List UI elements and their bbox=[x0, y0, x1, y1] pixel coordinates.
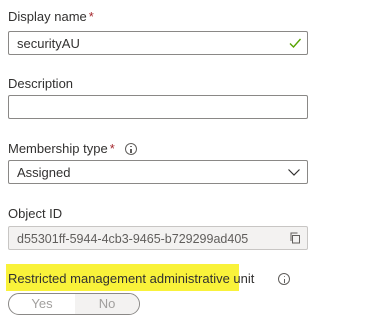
toggle-option-no[interactable]: No bbox=[75, 294, 139, 314]
description-field[interactable] bbox=[8, 95, 308, 119]
required-asterisk: * bbox=[88, 9, 94, 24]
membership-type-label: Membership type * bbox=[8, 141, 137, 157]
info-icon[interactable] bbox=[124, 143, 137, 155]
chevron-down-icon bbox=[287, 165, 301, 179]
display-name-label: Display name * bbox=[8, 9, 94, 24]
restricted-unit-label: Restricted management administrative uni… bbox=[8, 271, 291, 287]
object-id-value: d55301ff-5944-4cb3-9465-b729299ad405 bbox=[17, 232, 249, 246]
toggle-option-yes[interactable]: Yes bbox=[9, 294, 75, 314]
membership-type-dropdown[interactable]: Assigned bbox=[8, 160, 308, 184]
display-name-value: securityAU bbox=[17, 36, 80, 51]
checkmark-icon bbox=[288, 36, 302, 50]
restricted-unit-toggle[interactable]: Yes No bbox=[8, 293, 140, 315]
required-asterisk: * bbox=[109, 141, 115, 156]
description-label: Description bbox=[8, 76, 74, 91]
info-icon[interactable] bbox=[278, 273, 291, 285]
administrative-unit-properties-form: Display name * securityAU Description Mem… bbox=[0, 0, 392, 334]
object-id-label: Object ID bbox=[8, 206, 63, 221]
membership-type-selected: Assigned bbox=[17, 165, 71, 180]
display-name-field[interactable]: securityAU bbox=[8, 31, 308, 55]
copy-icon[interactable] bbox=[289, 232, 301, 244]
object-id-field: d55301ff-5944-4cb3-9465-b729299ad405 bbox=[8, 226, 308, 250]
